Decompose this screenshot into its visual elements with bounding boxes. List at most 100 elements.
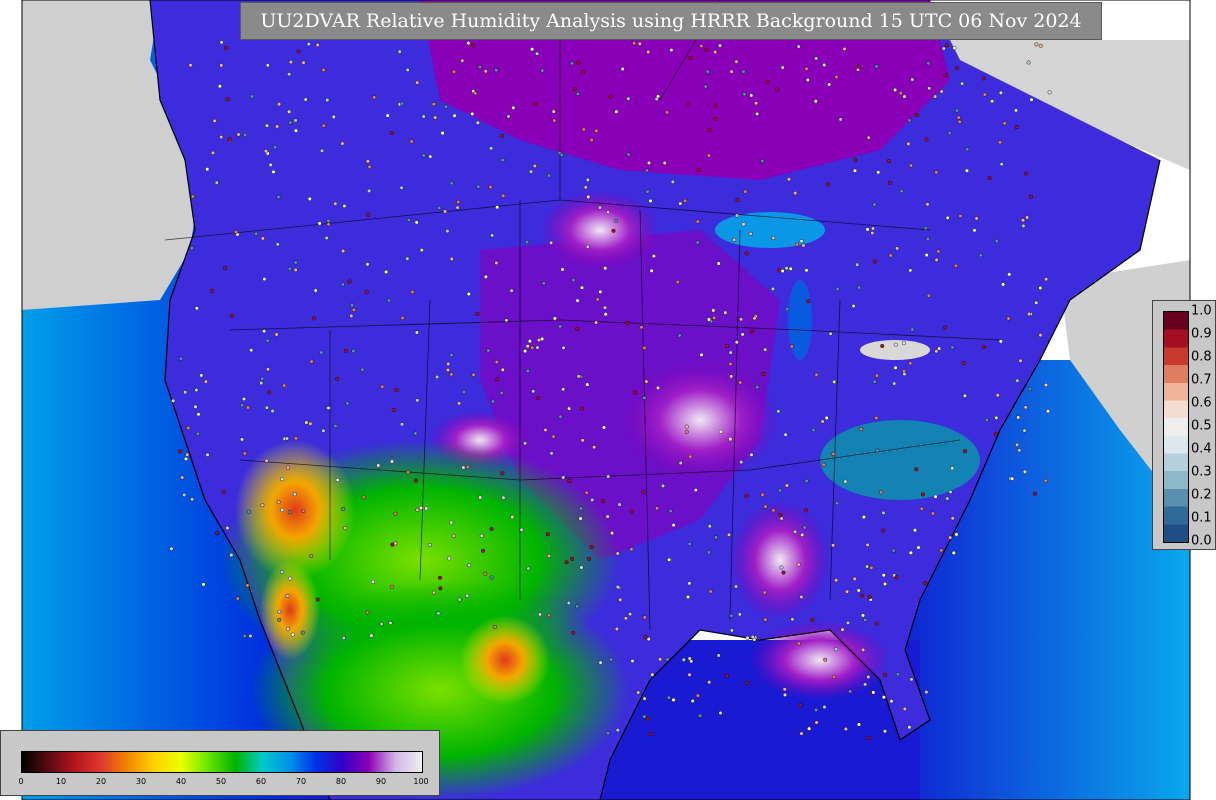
station-dot bbox=[205, 167, 210, 172]
station-dot bbox=[958, 213, 963, 218]
station-dot bbox=[466, 292, 471, 297]
station-dot bbox=[594, 128, 599, 133]
station-dot bbox=[728, 350, 733, 355]
station-dot bbox=[822, 705, 827, 710]
station-dot bbox=[475, 311, 480, 316]
station-dot bbox=[923, 226, 928, 231]
station-dot bbox=[927, 86, 932, 91]
station-dot bbox=[789, 344, 794, 349]
station-dot bbox=[260, 376, 265, 381]
station-dot bbox=[566, 601, 571, 606]
station-dot bbox=[500, 367, 505, 372]
station-dot bbox=[558, 414, 563, 419]
station-dot bbox=[695, 240, 700, 245]
station-dot bbox=[939, 89, 944, 94]
station-dot bbox=[647, 160, 652, 165]
station-dot bbox=[813, 99, 818, 104]
station-dot bbox=[551, 109, 556, 114]
station-dot bbox=[239, 403, 244, 408]
station-dot bbox=[781, 570, 786, 575]
station-dot bbox=[1015, 378, 1020, 383]
station-dot bbox=[246, 509, 251, 514]
station-dot bbox=[626, 96, 631, 101]
station-dot bbox=[856, 64, 861, 69]
station-dot bbox=[683, 198, 688, 203]
station-dot bbox=[990, 99, 995, 104]
fraction-tick-label: 1.0 bbox=[1191, 303, 1212, 319]
station-dot bbox=[569, 61, 574, 66]
station-dot bbox=[249, 348, 254, 353]
station-dot bbox=[865, 542, 870, 547]
fraction-tick-label: 0.8 bbox=[1191, 349, 1212, 365]
station-dot bbox=[993, 431, 998, 436]
station-dot bbox=[500, 133, 505, 138]
station-dot bbox=[449, 353, 454, 358]
station-dot bbox=[939, 548, 944, 553]
station-dot bbox=[309, 554, 314, 559]
station-dot bbox=[345, 401, 350, 406]
station-dot bbox=[630, 659, 635, 664]
station-dot bbox=[924, 137, 929, 142]
station-dot bbox=[292, 492, 297, 497]
station-dot bbox=[955, 66, 960, 71]
station-dot bbox=[473, 91, 478, 96]
station-dot bbox=[265, 63, 270, 68]
station-dot bbox=[641, 489, 646, 494]
station-dot bbox=[549, 451, 554, 456]
station-dot bbox=[936, 249, 941, 254]
station-dot bbox=[286, 626, 291, 631]
station-dot bbox=[349, 313, 354, 318]
station-dot bbox=[427, 542, 432, 547]
station-dot bbox=[296, 49, 301, 54]
station-dot bbox=[947, 131, 952, 136]
station-dot bbox=[978, 253, 983, 258]
station-dot bbox=[380, 384, 385, 389]
station-dot bbox=[956, 115, 961, 120]
station-dot bbox=[665, 657, 670, 662]
station-dot bbox=[981, 345, 986, 350]
station-dot bbox=[575, 604, 580, 609]
station-dot bbox=[874, 373, 879, 378]
station-dot bbox=[886, 158, 891, 163]
station-dot bbox=[193, 404, 198, 409]
station-dot bbox=[372, 95, 377, 100]
station-dot bbox=[1007, 272, 1012, 277]
station-dot bbox=[934, 170, 939, 175]
station-dot bbox=[906, 141, 911, 146]
station-dot bbox=[183, 456, 188, 461]
station-dot bbox=[907, 118, 912, 123]
station-dot bbox=[802, 525, 807, 530]
station-dot bbox=[421, 153, 426, 158]
station-dot bbox=[608, 94, 613, 99]
station-dot bbox=[371, 579, 376, 584]
station-dot bbox=[366, 212, 371, 217]
station-dot bbox=[642, 714, 647, 719]
station-dot bbox=[475, 120, 480, 125]
station-dot bbox=[447, 556, 452, 561]
station-dot bbox=[950, 516, 955, 521]
station-dot bbox=[559, 152, 564, 157]
station-dot bbox=[891, 548, 896, 553]
station-dot bbox=[602, 425, 607, 430]
station-dot bbox=[390, 584, 395, 589]
station-dot bbox=[449, 372, 454, 377]
station-dot bbox=[560, 267, 565, 272]
station-dot bbox=[881, 510, 886, 515]
station-dot bbox=[1024, 171, 1029, 176]
station-dot bbox=[814, 707, 819, 712]
station-dot bbox=[585, 382, 590, 387]
station-dot bbox=[662, 160, 667, 165]
station-dot bbox=[571, 630, 576, 635]
station-dot bbox=[309, 359, 314, 364]
station-dot bbox=[741, 69, 746, 74]
station-dot bbox=[827, 82, 832, 87]
station-dot bbox=[243, 132, 248, 137]
station-dot bbox=[805, 77, 810, 82]
station-dot bbox=[853, 168, 858, 173]
station-dot bbox=[452, 113, 457, 118]
station-dot bbox=[770, 286, 775, 291]
station-dot bbox=[326, 406, 331, 411]
station-dot bbox=[728, 437, 733, 442]
station-dot bbox=[707, 680, 712, 685]
dry-region-texas bbox=[460, 615, 550, 705]
